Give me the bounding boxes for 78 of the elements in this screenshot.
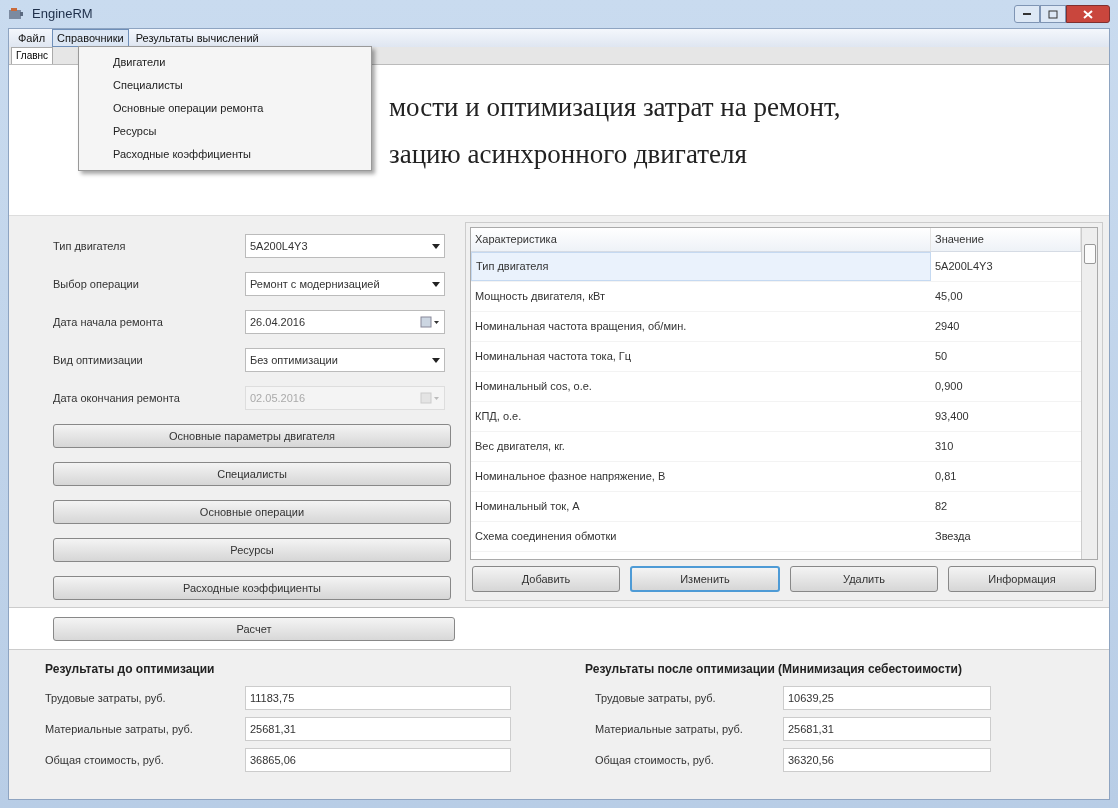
- table-cell-text: Номинальный cos, о.е.: [474, 379, 593, 395]
- table-cell-text: Номинальная частота тока, Гц: [474, 349, 633, 365]
- tab[interactable]: Главнс: [11, 47, 54, 64]
- field-label: Дата окончания ремонта: [53, 390, 181, 406]
- app-icon: [8, 7, 24, 21]
- field-label: Трудовые затраты, руб.: [595, 691, 717, 706]
- close-button[interactable]: [1066, 5, 1110, 23]
- column-header[interactable]: Характеристика: [471, 228, 931, 251]
- table-cell-text: 0,81: [934, 469, 958, 485]
- table-cell-text: 93,400: [934, 409, 970, 425]
- table-cell-text: Номинальное фазное напряжение, В: [474, 469, 667, 485]
- dropdown-arrow-icon: [432, 357, 440, 363]
- table-cell-text: 2940: [934, 319, 961, 335]
- menu-entry[interactable]: Двигатели: [79, 51, 371, 74]
- close-icon: [1083, 9, 1093, 19]
- table-cell-text: Звезда: [934, 529, 972, 545]
- side-button[interactable]: Расходные коэффициенты: [53, 576, 451, 600]
- value-field[interactable]: 10639,25: [783, 686, 991, 711]
- field-label: Тип двигателя: [53, 238, 127, 254]
- table-action-button[interactable]: Информация: [948, 566, 1096, 592]
- dropdown-field[interactable]: Без оптимизации: [245, 348, 445, 372]
- section-heading: Результаты до оптимизации: [45, 661, 216, 679]
- field-label: Вид оптимизации: [53, 352, 144, 368]
- field-label: Общая стоимость, руб.: [595, 753, 715, 768]
- table-cell-text: 82: [934, 499, 949, 515]
- field-label: Материальные затраты, руб.: [595, 722, 744, 737]
- field-label: Материальные затраты, руб.: [45, 722, 194, 737]
- heading-text: зацию асинхронного двигателя: [389, 138, 747, 169]
- table-cell-text: Схема соединения обмотки: [474, 529, 618, 545]
- calendar-icon: [420, 316, 440, 328]
- window-title: EngineRM: [32, 5, 93, 24]
- table-cell-text: КПД, о.е.: [474, 409, 523, 425]
- minimize-icon: [1022, 12, 1032, 16]
- table-action-button[interactable]: Добавить: [472, 566, 620, 592]
- side-button[interactable]: Основные операции: [53, 500, 451, 524]
- menu-entry[interactable]: Расходные коэффициенты: [79, 143, 371, 166]
- menu-item[interactable]: Файл: [13, 28, 51, 48]
- table-cell-text: Мощность двигателя, кВт: [474, 289, 606, 305]
- table-cell-text: Номинальная частота вращения, об/мин.: [474, 319, 688, 335]
- calculate-button[interactable]: Расчет: [53, 617, 455, 642]
- table-cell: Тип двигателя: [471, 252, 931, 281]
- table-cell-text: 45,00: [934, 289, 964, 305]
- date-field[interactable]: 26.04.2016: [245, 310, 445, 334]
- dropdown-arrow-icon: [432, 281, 440, 287]
- field-label: Трудовые затраты, руб.: [45, 691, 167, 706]
- menu-entry[interactable]: Ресурсы: [79, 120, 371, 143]
- menu-item[interactable]: Результаты вычислений: [130, 28, 264, 48]
- table-action-button[interactable]: Удалить: [790, 566, 938, 592]
- maximize-icon: [1048, 9, 1058, 19]
- dropdown-arrow-icon: [432, 243, 440, 249]
- value-field[interactable]: 25681,31: [245, 717, 511, 742]
- table-cell-text: 0,900: [934, 379, 964, 395]
- side-button[interactable]: Основные параметры двигателя: [53, 424, 451, 448]
- table-cell-text: 310: [934, 439, 955, 455]
- section-heading: Результаты после оптимизации (Минимизация себестоимости): [585, 661, 963, 679]
- scrollbar[interactable]: [1081, 228, 1097, 559]
- heading-text: мости и оптимизация затрат на ремонт,: [389, 92, 841, 122]
- dropdown-field[interactable]: 5A200L4Y3: [245, 234, 445, 258]
- side-button[interactable]: Ресурсы: [53, 538, 451, 562]
- menu-entry[interactable]: Специалисты: [79, 74, 371, 97]
- table-cell-text: 5A200L4Y3: [934, 259, 994, 275]
- value-field[interactable]: 25681,31: [783, 717, 991, 742]
- table-cell-text: Вес двигателя, кг.: [474, 439, 566, 455]
- field-label: Общая стоимость, руб.: [45, 753, 165, 768]
- table-cell-text: Номинальный ток, А: [474, 499, 581, 515]
- side-button[interactable]: Специалисты: [53, 462, 451, 486]
- field-label: Выбор операции: [53, 276, 140, 292]
- value-field[interactable]: 36865,06: [245, 748, 511, 773]
- value-field[interactable]: 36320,56: [783, 748, 991, 773]
- value-field[interactable]: 11183,75: [245, 686, 511, 711]
- calendar-icon: [420, 392, 440, 404]
- menu-item[interactable]: Справочники: [52, 28, 129, 48]
- minimize-button[interactable]: [1014, 5, 1040, 23]
- field-label: Дата начала ремонта: [53, 314, 164, 330]
- menu-entry[interactable]: Основные операции ремонта: [79, 97, 371, 120]
- table-action-button[interactable]: Изменить: [630, 566, 780, 592]
- table-cell-text: 50: [934, 349, 949, 365]
- dropdown-field[interactable]: Ремонт с модернизацией: [245, 272, 445, 296]
